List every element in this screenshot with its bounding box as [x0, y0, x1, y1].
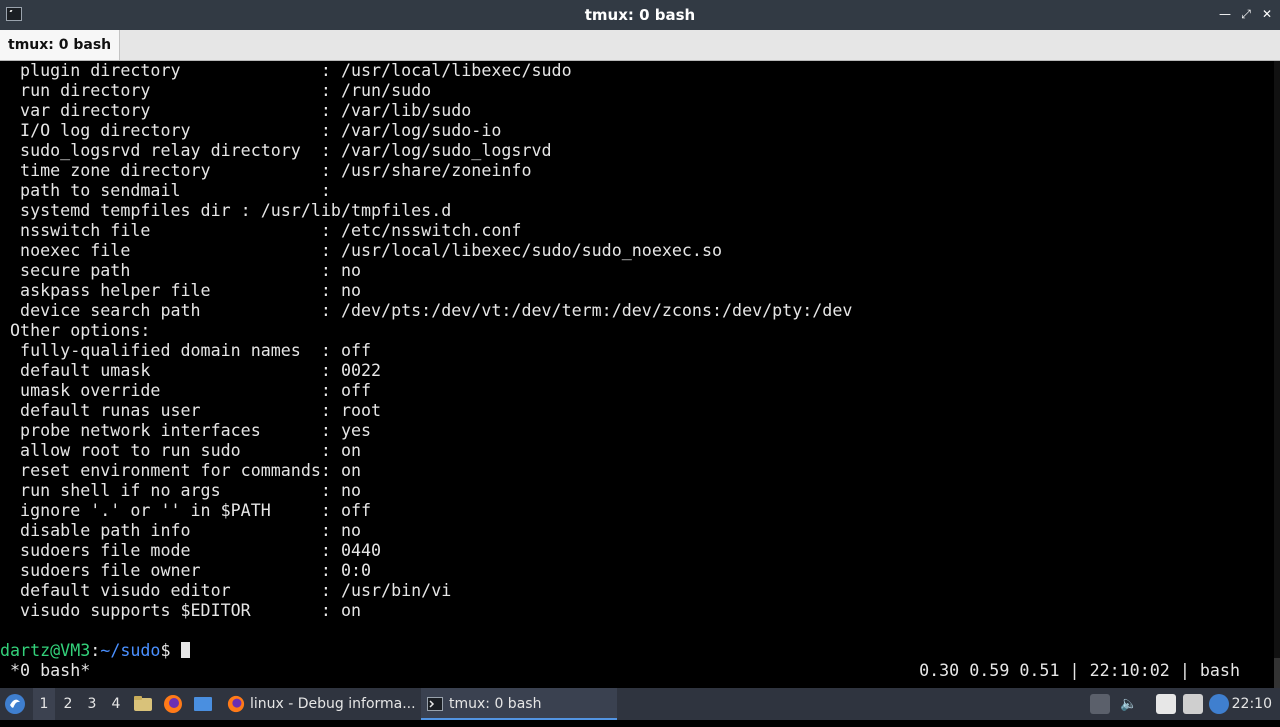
workspace-2[interactable]: 2	[57, 688, 79, 720]
shell-prompt[interactable]: dartz@VM3:~/sudo$	[0, 641, 852, 661]
prompt-symbol: $	[160, 641, 181, 660]
clipboard-icon[interactable]	[1156, 694, 1176, 714]
tmux-window-list[interactable]: *0 bash*	[0, 661, 90, 681]
terminal-line: default umask : 0022	[0, 361, 382, 380]
terminal-view[interactable]: plugin directory : /usr/local/libexec/su…	[0, 61, 1280, 688]
firefox-icon	[164, 695, 182, 713]
terminal-line: systemd tempfiles dir : /usr/lib/tmpfile…	[0, 201, 452, 220]
workspace-4[interactable]: 4	[105, 688, 127, 720]
terminal-line: secure path : no	[0, 261, 362, 280]
display-icon[interactable]	[1183, 694, 1203, 714]
start-menu-button[interactable]	[4, 688, 28, 720]
terminal-line: reset environment for commands: on	[0, 461, 362, 480]
terminal-line: sudoers file mode : 0440	[0, 541, 382, 560]
distro-logo-icon	[5, 694, 25, 714]
terminal-line: var directory : /var/lib/sudo	[0, 101, 472, 120]
terminal-line: sudo_logsrvd relay directory : /var/log/…	[0, 141, 552, 160]
volume-icon[interactable]: 🔈	[1118, 688, 1140, 720]
window-title: tmux: 0 bash	[584, 6, 696, 24]
taskbar-task-firefox[interactable]: linux - Debug informa...	[222, 688, 418, 720]
terminal-line: probe network interfaces : yes	[0, 421, 372, 440]
terminal-output: plugin directory : /usr/local/libexec/su…	[0, 61, 852, 661]
taskbar-task-tmux[interactable]: tmux: 0 bash	[421, 688, 617, 720]
terminal-line: default visudo editor : /usr/bin/vi	[0, 581, 452, 600]
taskbar: 1 2 3 4 linux - Debug informa... tmux: 0…	[0, 688, 1280, 720]
terminal-line: disable path info : no	[0, 521, 362, 540]
terminal-line: Other options:	[0, 321, 151, 340]
tmux-status-right: 0.30 0.59 0.51 | 22:10:02 | bash	[919, 661, 1240, 680]
task-label: linux - Debug informa...	[250, 696, 416, 712]
terminal-line: sudoers file owner : 0:0	[0, 561, 372, 580]
clock[interactable]: 22:10	[1232, 688, 1272, 720]
workspace-3[interactable]: 3	[81, 688, 103, 720]
terminal-line: visudo supports $EDITOR : on	[0, 601, 362, 620]
terminal-line: path to sendmail :	[0, 181, 331, 200]
tab-tmux[interactable]: tmux: 0 bash	[0, 30, 121, 60]
task-label: tmux: 0 bash	[449, 696, 542, 712]
prompt-user-host: dartz@VM3	[0, 641, 91, 660]
terminal-line: plugin directory : /usr/local/libexec/su…	[0, 61, 572, 80]
workspace-1[interactable]: 1	[33, 688, 55, 720]
show-desktop-icon	[194, 697, 212, 711]
terminal-line: device search path : /dev/pts:/dev/vt:/d…	[0, 301, 853, 320]
file-manager-launcher[interactable]	[133, 688, 155, 720]
terminal-line: fully-qualified domain names : off	[0, 341, 372, 360]
close-icon[interactable]: ✕	[1260, 6, 1274, 22]
terminal-line: askpass helper file : no	[0, 281, 362, 300]
folder-icon	[134, 696, 152, 711]
terminal-icon	[427, 697, 443, 711]
desktop-launcher[interactable]	[193, 688, 215, 720]
terminal-line: allow root to run sudo : on	[0, 441, 362, 460]
terminal-line: umask override : off	[0, 381, 372, 400]
terminal-line: I/O log directory : /var/log/sudo-io	[0, 121, 502, 140]
terminal-line: run shell if no args : no	[0, 481, 362, 500]
terminal-line: nsswitch file : /etc/nsswitch.conf	[0, 221, 522, 240]
terminal-line: default runas user : root	[0, 401, 382, 420]
prompt-separator: :	[90, 641, 101, 660]
text-cursor	[180, 642, 190, 658]
maximize-icon[interactable]: ⤢	[1239, 6, 1253, 22]
firefox-launcher[interactable]	[163, 688, 185, 720]
window-titlebar[interactable]: tmux: 0 bash — ⤢ ✕	[0, 0, 1280, 30]
prompt-path: ~/sudo	[100, 641, 161, 660]
terminal-line: run directory : /run/sudo	[0, 81, 432, 100]
tray-expand-icon[interactable]	[1090, 694, 1110, 714]
tab-bar: tmux: 0 bash	[0, 30, 1280, 61]
minimize-icon[interactable]: —	[1218, 6, 1232, 22]
network-icon[interactable]	[1209, 694, 1229, 714]
terminal-line: time zone directory : /usr/share/zoneinf…	[0, 161, 532, 180]
tmux-status-bar: *0 bash* 0.30 0.59 0.51 | 22:10:02 | bas…	[0, 661, 1280, 681]
terminal-line: noexec file : /usr/local/libexec/sudo/su…	[0, 241, 723, 260]
terminal-scrollbar[interactable]	[1274, 61, 1280, 688]
firefox-icon	[227, 695, 245, 713]
terminal-line: ignore '.' or '' in $PATH : off	[0, 501, 372, 520]
